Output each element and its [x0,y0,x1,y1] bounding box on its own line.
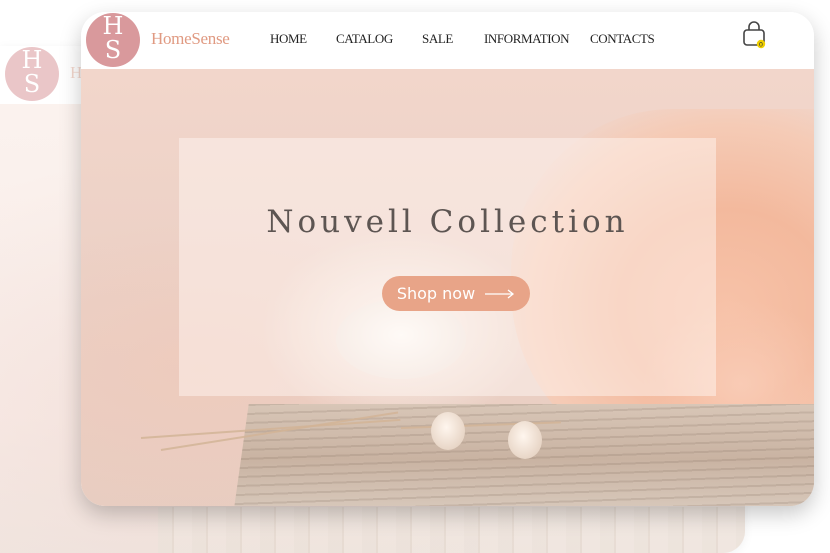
logo-letter-h: H [21,46,43,74]
hero-banner: Nouvell Collection Shop now [81,69,814,506]
nav-sale[interactable]: SALE [422,31,453,47]
cart-badge-count: 0 [759,41,763,49]
logo-letter-h: H [102,12,124,40]
site-header: H S HomeSense HOME CATALOG SALE INFORMAT… [81,12,814,69]
hero-bunny-tail-grass [508,421,542,459]
background-logo: H S [5,47,59,101]
nav-contacts[interactable]: CONTACTS [590,31,655,47]
logo[interactable]: H S [86,13,140,67]
nav-catalog[interactable]: CATALOG [336,31,393,47]
logo-letter-s: S [104,36,122,64]
hero-bunny-tail-grass [431,412,465,450]
shopping-bag-icon: 0 [743,21,766,49]
shop-now-label: Shop now [396,284,476,303]
background-wood-texture [158,507,745,553]
nav-information[interactable]: INFORMATION [484,31,570,47]
homepage-card: H S HomeSense HOME CATALOG SALE INFORMAT… [81,12,814,506]
long-arrow-right-icon [485,288,515,299]
nav-home[interactable]: HOME [270,31,307,47]
hero-text-panel: Nouvell Collection Shop now [179,138,716,396]
shop-now-button[interactable]: Shop now [382,276,530,311]
logo-letter-s: S [23,70,41,98]
hero-title: Nouvell Collection [266,204,629,240]
brand-name-link[interactable]: HomeSense [151,29,230,49]
cart-button[interactable]: 0 [742,21,766,49]
